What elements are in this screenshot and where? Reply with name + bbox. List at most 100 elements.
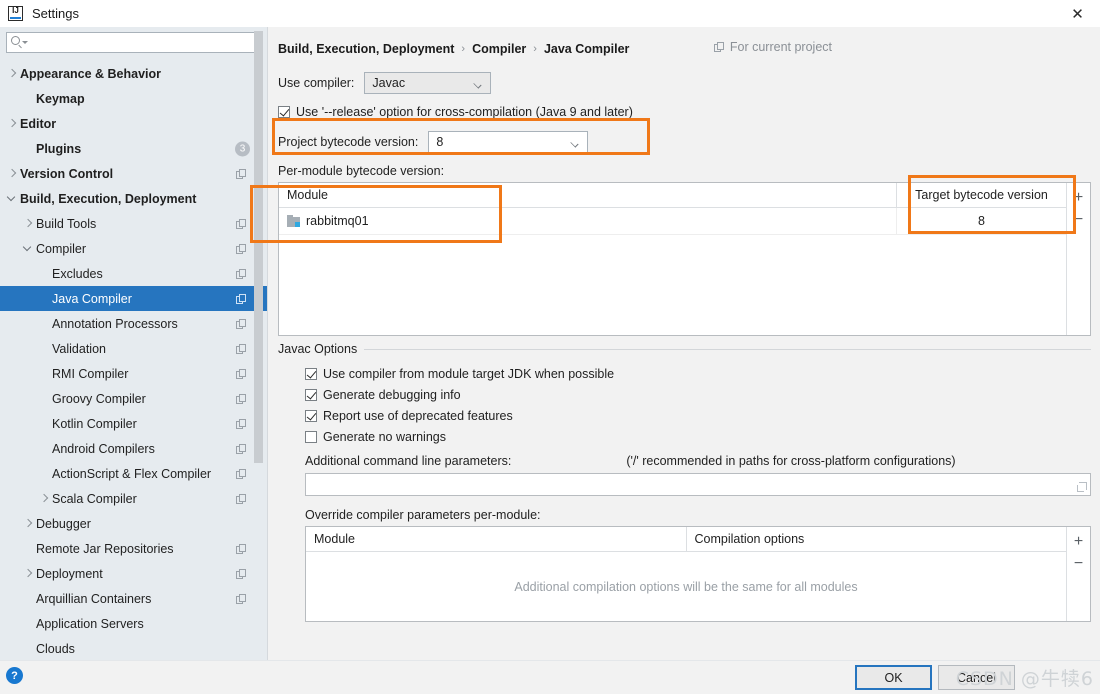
release-option-checkbox[interactable] (278, 106, 290, 118)
javac-option-checkbox[interactable] (305, 431, 317, 443)
chevron-right-icon[interactable] (22, 518, 34, 530)
chevron-right-icon[interactable] (6, 168, 18, 180)
javac-option-row[interactable]: Generate debugging info (305, 388, 1091, 402)
table-row[interactable]: rabbitmq01 8 (279, 208, 1066, 235)
column-header-module[interactable]: Module (279, 183, 896, 207)
sidebar-item-editor[interactable]: Editor (0, 111, 268, 136)
override-params-label: Override compiler parameters per-module: (305, 508, 541, 522)
sidebar-item-rmi-compiler[interactable]: RMI Compiler (0, 361, 268, 386)
copy-icon (236, 393, 246, 404)
sidebar-item-label: Deployment (36, 566, 103, 581)
sidebar-scrollbar[interactable] (254, 27, 263, 660)
breadcrumb-item[interactable]: Compiler (472, 42, 526, 56)
settings-main-panel: Build, Execution, Deployment › Compiler › Ja… (268, 27, 1100, 660)
sidebar-item-label: Remote Jar Repositories (36, 541, 174, 556)
sidebar-item-label: Excludes (52, 266, 103, 281)
window-title: Settings (32, 5, 79, 21)
sidebar-scrollbar-thumb[interactable] (254, 31, 263, 463)
sidebar-item-appearance-behavior[interactable]: Appearance & Behavior (0, 61, 268, 86)
sidebar-item-label: Compiler (36, 241, 87, 256)
sidebar-item-version-control[interactable]: Version Control (0, 161, 268, 186)
search-box[interactable] (6, 32, 262, 53)
sidebar-item-label: RMI Compiler (52, 366, 129, 381)
sidebar-item-keymap[interactable]: Keymap (0, 86, 268, 111)
sidebar-item-debugger[interactable]: Debugger (0, 511, 268, 536)
project-bytecode-select[interactable]: 8 (428, 131, 589, 153)
breadcrumb-item[interactable]: Java Compiler (544, 42, 629, 56)
chevron-right-icon[interactable] (22, 568, 34, 580)
sidebar-item-application-servers[interactable]: Application Servers (0, 611, 268, 636)
cancel-button[interactable]: Cancel (938, 665, 1015, 690)
close-icon[interactable]: ✕ (1055, 0, 1100, 27)
remove-module-button[interactable]: − (1069, 209, 1089, 231)
sidebar-item-scala-compiler[interactable]: Scala Compiler (0, 486, 268, 511)
javac-option-label: Use compiler from module target JDK when… (323, 367, 615, 381)
copy-icon (236, 418, 246, 429)
copy-icon (236, 568, 246, 579)
sidebar-item-groovy-compiler[interactable]: Groovy Compiler (0, 386, 268, 411)
search-input[interactable] (11, 34, 257, 51)
javac-option-row[interactable]: Use compiler from module target JDK when… (305, 367, 1091, 381)
additional-params-input[interactable] (306, 474, 1090, 495)
sidebar-item-java-compiler[interactable]: Java Compiler (0, 286, 268, 311)
column-header-target-bytecode-version[interactable]: Target bytecode version (896, 183, 1066, 207)
sidebar-item-validation[interactable]: Validation (0, 336, 268, 361)
use-compiler-select[interactable]: Javac (364, 72, 492, 94)
javac-option-checkbox[interactable] (305, 368, 317, 380)
chevron-down-icon[interactable] (22, 243, 34, 255)
chevron-right-icon[interactable] (6, 68, 18, 80)
sidebar-item-android-compilers[interactable]: Android Compilers (0, 436, 268, 461)
sidebar-item-build-tools[interactable]: Build Tools (0, 211, 268, 236)
sidebar-item-compiler[interactable]: Compiler (0, 236, 268, 261)
javac-option-row[interactable]: Report use of deprecated features (305, 409, 1091, 423)
sidebar-item-label: Keymap (36, 91, 85, 106)
column-header-compilation-options[interactable]: Compilation options (685, 527, 1067, 551)
column-header-module[interactable]: Module (306, 527, 686, 551)
settings-sidebar: Appearance & Behavior Keymap Editor Plugins… (0, 27, 268, 660)
sidebar-item-clouds[interactable]: Clouds (0, 636, 268, 660)
per-module-table-body: Module Target bytecode version rabbitmq0… (279, 183, 1066, 335)
sidebar-item-annotation-processors[interactable]: Annotation Processors (0, 311, 268, 336)
javac-option-checkbox[interactable] (305, 389, 317, 401)
sidebar-item-build-execution-deployment[interactable]: Build, Execution, Deployment (0, 186, 268, 211)
release-option-row[interactable]: Use '--release' option for cross-compila… (278, 105, 1092, 119)
javac-option-label: Generate no warnings (323, 430, 446, 444)
use-compiler-row: Use compiler: Javac (278, 72, 1092, 94)
sidebar-item-arquillian-containers[interactable]: Arquillian Containers (0, 586, 268, 611)
additional-params-field[interactable] (305, 473, 1091, 496)
add-module-button[interactable]: + (1069, 187, 1089, 209)
sidebar-item-label: Arquillian Containers (36, 591, 152, 606)
sidebar-item-excludes[interactable]: Excludes (0, 261, 268, 286)
per-module-table-buttons: + − (1066, 183, 1090, 335)
chevron-right-icon[interactable] (6, 118, 18, 130)
status-badge: 3 (235, 141, 250, 156)
search-icon (11, 36, 20, 45)
ok-button[interactable]: OK (855, 665, 932, 690)
chevron-down-icon[interactable] (6, 193, 18, 205)
javac-option-checkbox[interactable] (305, 410, 317, 422)
settings-tree[interactable]: Appearance & Behavior Keymap Editor Plugins… (0, 59, 268, 660)
sidebar-item-plugins[interactable]: Plugins 3 (0, 136, 268, 161)
javac-option-row[interactable]: Generate no warnings (305, 430, 1091, 444)
sidebar-item-label: Validation (52, 341, 106, 356)
sidebar-item-label: Debugger (36, 516, 91, 531)
cell-target-bytecode-version[interactable]: 8 (896, 208, 1066, 234)
breadcrumb-item[interactable]: Build, Execution, Deployment (278, 42, 454, 56)
chevron-right-icon[interactable] (38, 493, 50, 505)
sidebar-item-remote-jar-repositories[interactable]: Remote Jar Repositories (0, 536, 268, 561)
sidebar-item-actionscript-flex-compiler[interactable]: ActionScript & Flex Compiler (0, 461, 268, 486)
javac-options-title: Javac Options (278, 342, 365, 356)
help-icon[interactable]: ? (6, 667, 23, 684)
sidebar-item-kotlin-compiler[interactable]: Kotlin Compiler (0, 411, 268, 436)
expand-icon[interactable] (1077, 482, 1087, 492)
sidebar-item-deployment[interactable]: Deployment (0, 561, 268, 586)
chevron-right-icon[interactable] (22, 218, 34, 230)
add-override-button[interactable]: + (1069, 531, 1089, 553)
chevron-down-icon (473, 80, 483, 89)
per-module-table-header: Module Target bytecode version (279, 183, 1066, 208)
remove-override-button[interactable]: − (1069, 553, 1089, 575)
